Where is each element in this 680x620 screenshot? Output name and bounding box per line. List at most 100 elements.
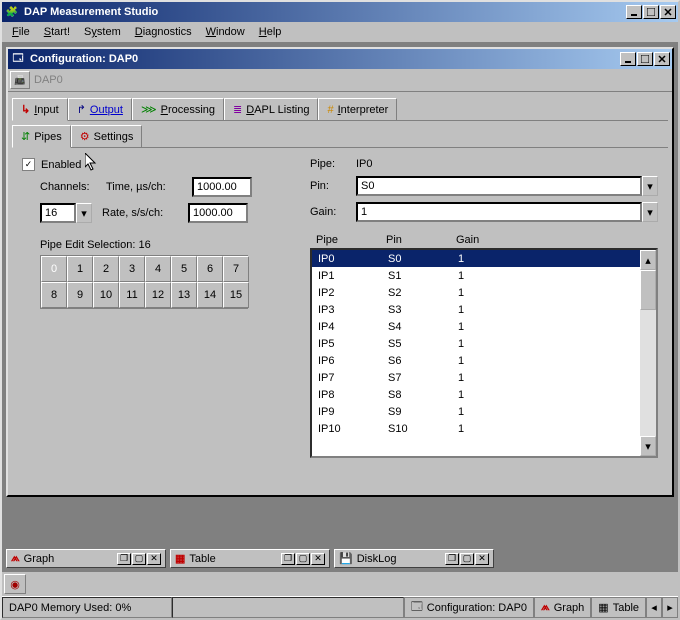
table-row[interactable]: IP8S81 (312, 386, 656, 403)
input-icon: ↳ (21, 103, 30, 116)
task-restore-button[interactable]: ❐ (281, 553, 295, 565)
table-row[interactable]: IP4S41 (312, 318, 656, 335)
menu-file[interactable]: File (6, 24, 36, 40)
minimize-button[interactable] (626, 5, 642, 19)
grid-cell-8[interactable]: 8 (41, 282, 67, 308)
scroll-thumb[interactable] (640, 270, 656, 310)
time-label: Time, µs/ch: (106, 181, 186, 193)
close-button[interactable] (660, 5, 676, 19)
device-label: DAP0 (34, 74, 63, 86)
processing-icon: ⋙ (141, 103, 157, 116)
tab-output[interactable]: ↱Output (68, 98, 132, 120)
grid-cell-3[interactable]: 3 (119, 256, 145, 282)
maximize-button[interactable] (643, 5, 659, 19)
rate-label: Rate, s/s/ch: (102, 207, 182, 219)
enabled-label: Enabled (41, 159, 81, 171)
gain-label: Gain: (310, 206, 350, 218)
chevron-down-icon[interactable]: ▾ (642, 176, 658, 196)
main-tabs: ↳Input ↱Output ⋙Processing ≣DAPL Listing… (12, 98, 668, 121)
tab-interpreter[interactable]: #Interpreter (318, 98, 397, 120)
menu-diagnostics[interactable]: Diagnostics (129, 24, 198, 40)
task-restore-button[interactable]: ❐ (445, 553, 459, 565)
menu-help[interactable]: Help (253, 24, 288, 40)
grid-cell-14[interactable]: 14 (197, 282, 223, 308)
tab-processing[interactable]: ⋙Processing (132, 98, 224, 120)
grid-cell-5[interactable]: 5 (171, 256, 197, 282)
task-maximize-button[interactable]: ▢ (460, 553, 474, 565)
status-item-table[interactable]: ▦Table (591, 597, 646, 618)
status-item-graph[interactable]: ⩕Graph (534, 597, 591, 618)
table-row[interactable]: IP10S101 (312, 420, 656, 437)
table-row[interactable]: IP0S01 (312, 250, 656, 267)
grid-cell-2[interactable]: 2 (93, 256, 119, 282)
grid-cell-9[interactable]: 9 (67, 282, 93, 308)
grid-cell-13[interactable]: 13 (171, 282, 197, 308)
status-scroll-left[interactable]: ◂ (646, 597, 662, 618)
pipes-table[interactable]: IP0S01IP1S11IP2S21IP3S31IP4S41IP5S51IP6S… (310, 248, 658, 458)
menu-start[interactable]: Start! (38, 24, 76, 40)
menu-window[interactable]: Window (200, 24, 251, 40)
window-icon: 🗔 (411, 598, 423, 617)
table-row[interactable]: IP5S51 (312, 335, 656, 352)
tab-input[interactable]: ↳Input (12, 98, 68, 121)
scrollbar[interactable]: ▴ ▾ (640, 250, 656, 456)
grid-cell-4[interactable]: 4 (145, 256, 171, 282)
tab-settings[interactable]: ⚙Settings (71, 125, 143, 147)
grid-cell-1[interactable]: 1 (67, 256, 93, 282)
time-field[interactable]: 1000.00 (192, 177, 252, 197)
status-scroll-right[interactable]: ▸ (662, 597, 678, 618)
pin-combo[interactable]: S0 ▾ (356, 176, 658, 196)
mdi-client: 🗔 Configuration: DAP0 📠 DAP0 ↳Input ↱Out… (2, 43, 678, 572)
enabled-checkbox[interactable]: ✓ (22, 158, 35, 171)
taskbar-item-table[interactable]: ▦Table❐▢✕ (170, 549, 330, 568)
pipe-value: IP0 (356, 158, 373, 170)
table-row[interactable]: IP6S61 (312, 352, 656, 369)
grid-cell-6[interactable]: 6 (197, 256, 223, 282)
device-icon[interactable]: 📠 (10, 71, 30, 89)
task-close-button[interactable]: ✕ (147, 553, 161, 565)
taskbar-item-graph[interactable]: ⩕Graph❐▢✕ (6, 549, 166, 568)
table-row[interactable]: IP2S21 (312, 284, 656, 301)
grid-cell-10[interactable]: 10 (93, 282, 119, 308)
status-item-config[interactable]: 🗔Configuration: DAP0 (404, 597, 534, 618)
tab-pipes[interactable]: ⇵Pipes (12, 125, 71, 148)
config-close-button[interactable] (654, 52, 670, 66)
task-close-button[interactable]: ✕ (475, 553, 489, 565)
grid-cell-15[interactable]: 15 (223, 282, 249, 308)
record-button[interactable]: ◉ (4, 574, 26, 594)
config-titlebar[interactable]: 🗔 Configuration: DAP0 (8, 49, 672, 69)
table-row[interactable]: IP9S91 (312, 403, 656, 420)
grid-cell-11[interactable]: 11 (119, 282, 145, 308)
table-row[interactable]: IP3S31 (312, 301, 656, 318)
main-window: 🧩 DAP Measurement Studio File Start! Sys… (0, 0, 680, 620)
task-maximize-button[interactable]: ▢ (296, 553, 310, 565)
grid-cell-7[interactable]: 7 (223, 256, 249, 282)
task-maximize-button[interactable]: ▢ (132, 553, 146, 565)
gain-combo[interactable]: 1 ▾ (356, 202, 658, 222)
table-header: Pipe Pin Gain (310, 234, 658, 248)
main-titlebar[interactable]: 🧩 DAP Measurement Studio (2, 2, 678, 22)
menu-system[interactable]: System (78, 24, 127, 40)
rate-field[interactable]: 1000.00 (188, 203, 248, 223)
channels-combo[interactable]: 16 ▾ (40, 203, 92, 223)
tab-dapl-listing[interactable]: ≣DAPL Listing (224, 98, 318, 120)
table-row[interactable]: IP7S71 (312, 369, 656, 386)
taskbar-item-disklog[interactable]: 💾DiskLog❐▢✕ (334, 549, 494, 568)
chevron-down-icon[interactable]: ▾ (76, 203, 92, 223)
config-minimize-button[interactable] (620, 52, 636, 66)
interpreter-icon: # (327, 104, 333, 116)
pipes-icon: ⇵ (21, 130, 30, 143)
task-close-button[interactable]: ✕ (311, 553, 325, 565)
config-maximize-button[interactable] (637, 52, 653, 66)
scroll-down-button[interactable]: ▾ (640, 436, 656, 456)
scroll-track[interactable] (640, 310, 656, 436)
pipes-panel: ✓ Enabled Channels: Time, µs/ch: 1000.00 (12, 148, 668, 491)
scroll-up-button[interactable]: ▴ (640, 250, 656, 270)
grid-cell-0[interactable]: 0 (41, 256, 67, 282)
sub-tabs: ⇵Pipes ⚙Settings (12, 125, 668, 148)
task-restore-button[interactable]: ❐ (117, 553, 131, 565)
chevron-down-icon[interactable]: ▾ (642, 202, 658, 222)
graph-icon: ⩕ (541, 601, 550, 614)
table-row[interactable]: IP1S11 (312, 267, 656, 284)
grid-cell-12[interactable]: 12 (145, 282, 171, 308)
